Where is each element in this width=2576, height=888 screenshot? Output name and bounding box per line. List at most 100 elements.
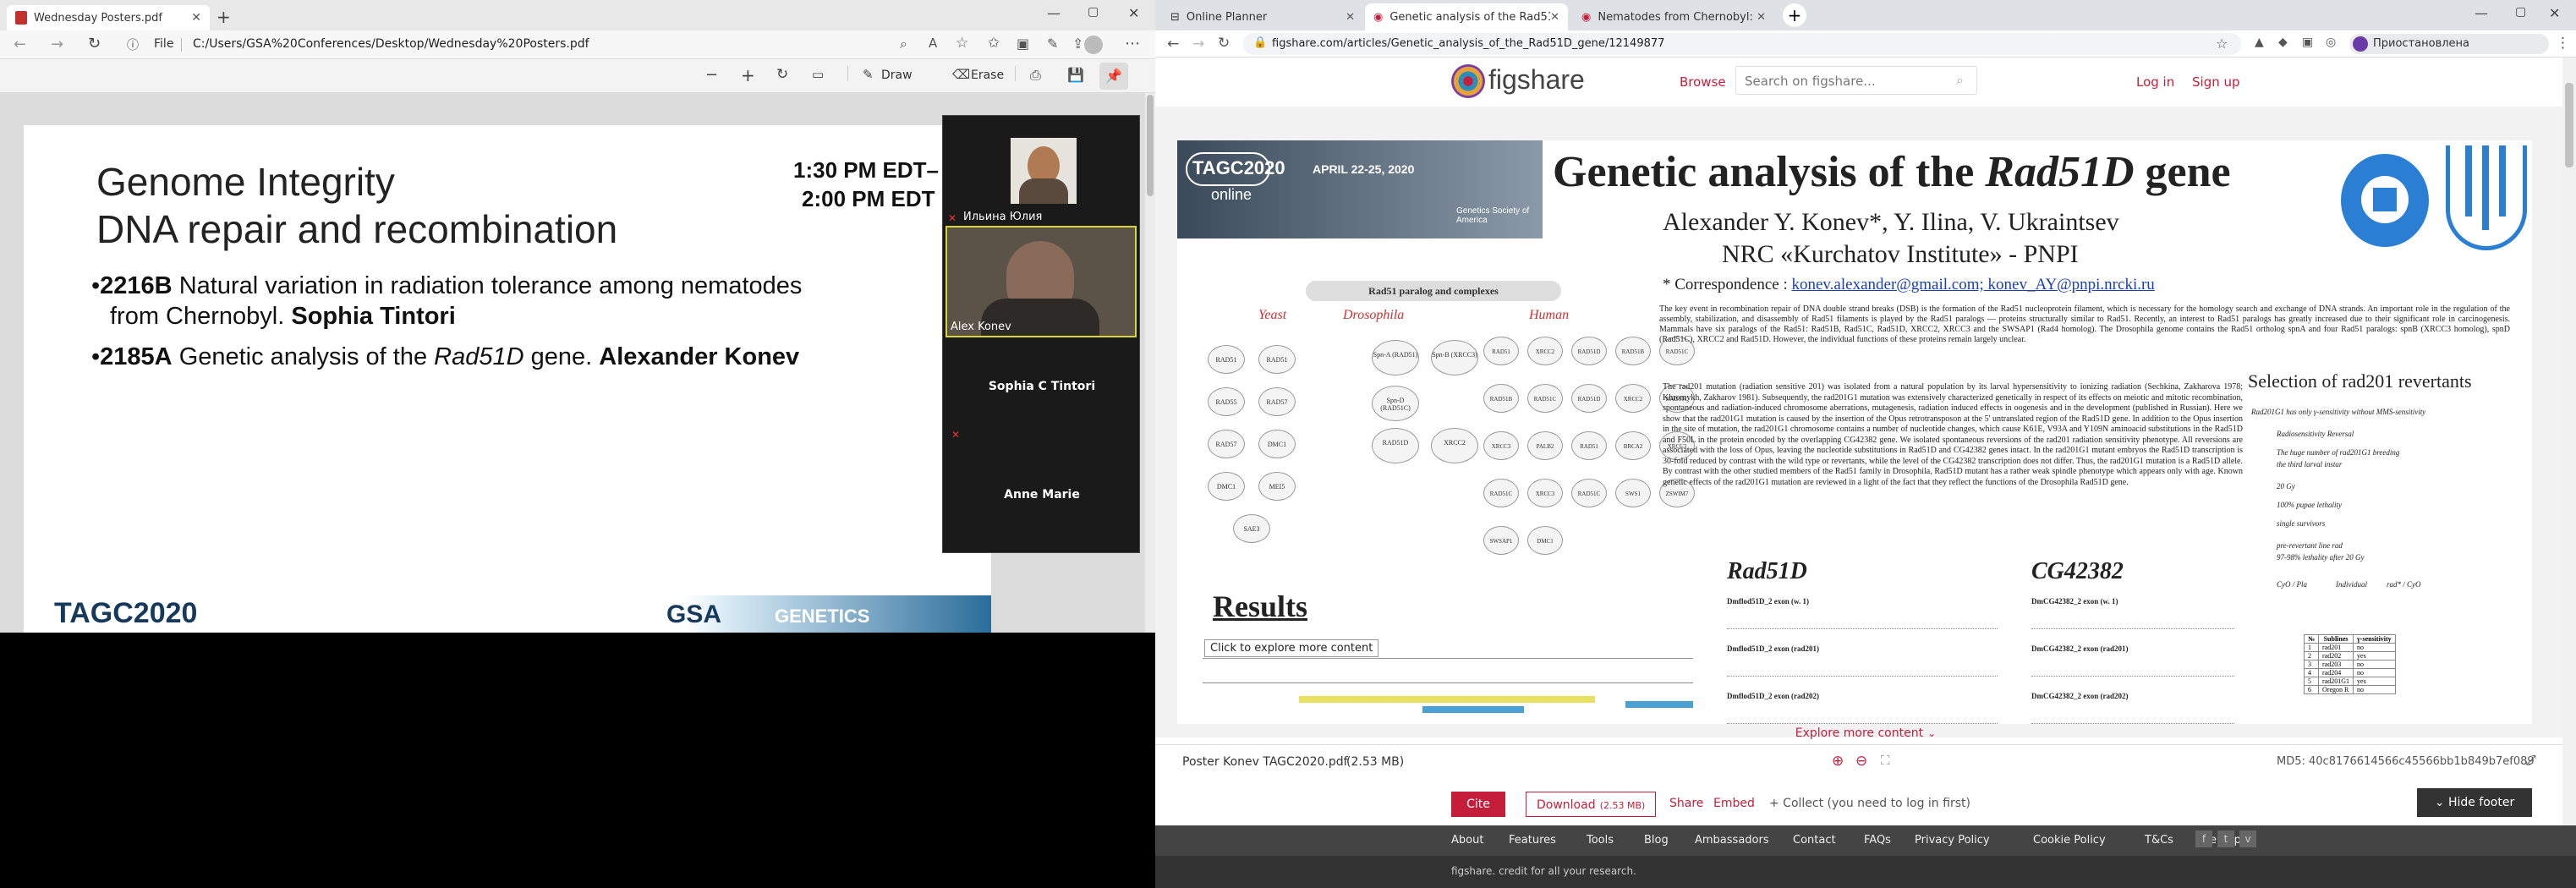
extension-icon[interactable]: ◆ bbox=[2278, 36, 2288, 49]
close-icon[interactable]: ✕ bbox=[191, 11, 201, 25]
erase-button[interactable]: Erase bbox=[971, 69, 1004, 82]
url-box[interactable]: 🔒 figshare.com/articles/Genetic_analysis… bbox=[1243, 33, 2241, 55]
hide-footer-button[interactable]: ⌄ Hide footer bbox=[2417, 788, 2532, 817]
chevron-down-icon[interactable]: ⌄ bbox=[1927, 727, 1936, 739]
save-icon[interactable]: 💾 bbox=[1067, 67, 1084, 83]
window-close-icon[interactable]: ✕ bbox=[1128, 5, 1139, 21]
bookmark-star-icon[interactable]: ☆ bbox=[2216, 36, 2228, 52]
search-icon[interactable]: ⌕ bbox=[900, 36, 907, 52]
share-icon[interactable]: ⇪ bbox=[1072, 36, 1083, 52]
page-scrollbar[interactable] bbox=[2562, 58, 2576, 825]
window-close-icon[interactable]: ✕ bbox=[2549, 5, 2560, 21]
draw-button[interactable]: Draw bbox=[881, 69, 913, 82]
footer-link[interactable]: Tools bbox=[1587, 834, 1614, 847]
collections-icon[interactable]: ▣ bbox=[1017, 36, 1029, 52]
search-icon[interactable]: ⌕ bbox=[1956, 72, 1964, 89]
banner-society: Genetics Society of America bbox=[1456, 206, 1530, 225]
cite-button[interactable]: Cite bbox=[1451, 792, 1505, 817]
table-cell: 1 bbox=[2303, 643, 2320, 652]
tab-label: Genetic analysis of the Rad51D g bbox=[1389, 10, 1550, 24]
address-input[interactable]: C:/Users/GSA%20Conferences/Desktop/Wedne… bbox=[193, 37, 589, 51]
zoom-in-icon[interactable]: + bbox=[741, 65, 755, 85]
search-input[interactable]: Search on figshare... ⌕ bbox=[1735, 66, 1977, 95]
refresh-icon[interactable]: ↻ bbox=[88, 35, 101, 52]
facebook-icon[interactable]: f bbox=[2195, 830, 2212, 847]
zoom-out-icon[interactable]: − bbox=[705, 66, 718, 84]
read-aloud-icon[interactable]: A bbox=[929, 36, 937, 51]
pin-icon[interactable]: 📌 bbox=[1099, 63, 1128, 90]
footer-link[interactable]: T&Cs bbox=[2145, 834, 2173, 847]
collect-button[interactable]: + Collect (you need to log in first) bbox=[1769, 797, 1970, 810]
expand-icon[interactable]: ⤢ bbox=[2525, 752, 2536, 769]
tab-online-planner[interactable]: ⊟ Online Planner ✕ bbox=[1162, 3, 1363, 30]
extension-icon[interactable]: ▲ bbox=[2255, 36, 2264, 49]
footer-link[interactable]: Cookie Policy bbox=[2033, 834, 2106, 847]
footer-link[interactable]: Contact bbox=[1793, 834, 1836, 847]
close-icon[interactable]: ✕ bbox=[1550, 11, 1559, 24]
edge-window: Wednesday Posters.pdf ✕ + — ▢ ✕ ← → ↻ ⓘ … bbox=[0, 0, 1155, 633]
signup-link[interactable]: Sign up bbox=[2192, 74, 2240, 90]
tab-genetic-analysis[interactable]: ◉ Genetic analysis of the Rad51D g✕ bbox=[1365, 3, 1568, 30]
footer-link[interactable]: FAQs bbox=[1864, 834, 1891, 847]
footer-link[interactable]: Features bbox=[1509, 834, 1556, 847]
extension-icon[interactable]: ◎ bbox=[2326, 36, 2336, 49]
download-button[interactable]: Download (2.53 MB) bbox=[1526, 792, 1657, 817]
browse-link[interactable]: Browse bbox=[1680, 74, 1726, 90]
explore-tooltip[interactable]: Click to explore more content bbox=[1204, 639, 1379, 657]
human-protein: RAD51D bbox=[1571, 384, 1607, 413]
tab-nematodes[interactable]: ◉ Nematodes from Chernobyl: Bu ✕ bbox=[1573, 3, 1774, 30]
figshare-logo-text[interactable]: figshare bbox=[1488, 64, 1585, 96]
download-label: Download bbox=[1537, 798, 1596, 812]
pdf-scrollbar[interactable] bbox=[1145, 93, 1155, 633]
footer-link[interactable]: Ambassadors bbox=[1695, 834, 1769, 847]
yeast-protein: MEI5 bbox=[1258, 472, 1296, 501]
footer-link[interactable]: Privacy Policy bbox=[1915, 834, 1990, 847]
maximize-icon[interactable]: ▢ bbox=[2515, 5, 2526, 19]
forward-icon[interactable]: → bbox=[51, 36, 63, 53]
corr-emails[interactable]: konev.alexander@gmail.com; konev_AY@pnpi… bbox=[1791, 276, 2154, 293]
pen-icon[interactable]: ✎ bbox=[1047, 36, 1058, 52]
draw-icon[interactable]: ✎ bbox=[863, 67, 874, 82]
print-icon[interactable]: ⎙ bbox=[1030, 67, 1041, 84]
footer-link[interactable]: About bbox=[1451, 834, 1483, 847]
erase-icon[interactable]: ⌫ bbox=[952, 67, 970, 82]
profile-chip[interactable]: Приостановлена bbox=[2349, 34, 2549, 54]
footer-link[interactable]: Blog bbox=[1644, 834, 1669, 847]
refresh-icon[interactable]: ↻ bbox=[1218, 35, 1230, 52]
minimize-icon[interactable]: — bbox=[2475, 5, 2488, 21]
vimeo-icon[interactable]: v bbox=[2239, 830, 2256, 847]
minimize-icon[interactable]: — bbox=[1047, 5, 1061, 21]
forward-icon[interactable]: → bbox=[1192, 36, 1204, 52]
corr-label: * Correspondence : bbox=[1663, 276, 1788, 293]
zoom-in-icon[interactable]: ⊕ bbox=[1832, 753, 1844, 770]
close-icon[interactable]: ✕ bbox=[1346, 11, 1355, 24]
tab-pdf[interactable]: Wednesday Posters.pdf ✕ bbox=[7, 5, 210, 30]
back-icon[interactable]: ← bbox=[1167, 36, 1179, 52]
favorite-icon[interactable]: ☆ bbox=[956, 35, 968, 52]
new-tab-icon[interactable]: + bbox=[1783, 3, 1806, 27]
more-icon[interactable]: ⋯ bbox=[1125, 35, 1140, 52]
menu-icon[interactable]: ⋮ bbox=[2556, 35, 2570, 52]
favorites-bar-icon[interactable]: ✩ bbox=[988, 35, 1000, 52]
file-info-icon[interactable]: ⓘ bbox=[127, 36, 139, 53]
back-icon[interactable]: ← bbox=[14, 36, 26, 53]
figshare-logo-icon[interactable] bbox=[1451, 64, 1485, 98]
rad51d-seq-line bbox=[1727, 705, 1998, 724]
maximize-icon[interactable]: ▢ bbox=[1088, 5, 1099, 19]
embed-button[interactable]: Embed bbox=[1713, 797, 1755, 810]
profile-avatar[interactable] bbox=[1084, 36, 1103, 54]
twitter-icon[interactable]: t bbox=[2217, 830, 2234, 847]
fit-page-icon[interactable]: ▭ bbox=[812, 67, 824, 82]
pdf-page: Genome Integrity DNA repair and recombin… bbox=[24, 125, 991, 633]
zoom-out-icon[interactable]: ⊖ bbox=[1855, 753, 1867, 770]
extension-icon[interactable]: ▣ bbox=[2302, 36, 2313, 49]
login-link[interactable]: Log in bbox=[2136, 74, 2174, 90]
explore-more-link[interactable]: Explore more content bbox=[1795, 726, 1923, 740]
share-button[interactable]: Share bbox=[1669, 797, 1703, 810]
fit-icon[interactable]: ⛶ bbox=[1881, 753, 1890, 768]
new-tab-icon[interactable]: + bbox=[216, 7, 231, 27]
close-icon[interactable]: ✕ bbox=[1757, 11, 1766, 24]
item2-text2: gene. bbox=[530, 343, 593, 370]
rotate-icon[interactable]: ↻ bbox=[776, 66, 788, 83]
table-cell: rad201G1 bbox=[2318, 677, 2354, 686]
